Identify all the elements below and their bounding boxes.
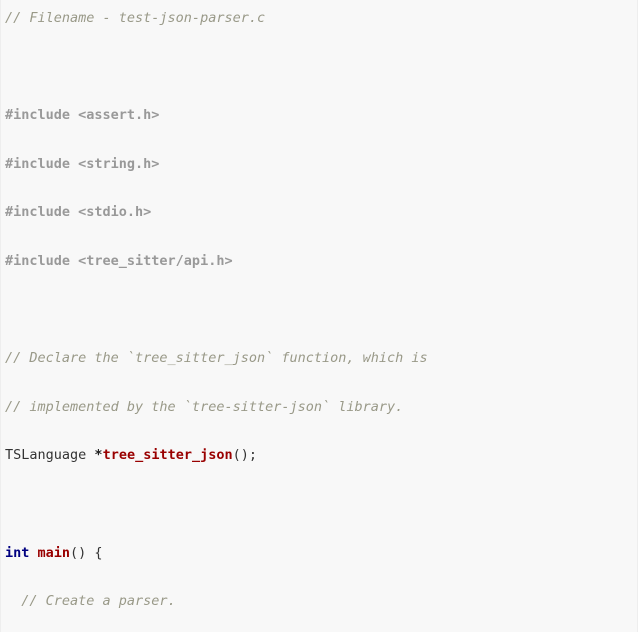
token-preprocessor-directive: #include <assert.h>	[5, 107, 160, 124]
token-operator: *	[94, 447, 103, 464]
token-whitespace	[29, 545, 37, 561]
token-whitespace	[5, 593, 21, 609]
code-line: #include <assert.h>	[5, 103, 629, 127]
code-line: int main() {	[5, 541, 629, 565]
code-line: // Filename - test-json-parser.c	[5, 6, 629, 30]
token-punctuation: () {	[70, 544, 103, 561]
code-viewer[interactable]: // Filename - test-json-parser.c #includ…	[0, 0, 638, 632]
token-preprocessor-directive: #include <stdio.h>	[5, 204, 152, 221]
token-preprocessor-directive: #include <tree_sitter/api.h>	[5, 252, 233, 269]
code-line: // Declare the `tree_sitter_json` functi…	[5, 346, 629, 370]
token-type-name: TSLanguage	[5, 447, 87, 464]
token-comment: // Create a parser.	[21, 593, 176, 610]
source-code-block[interactable]: // Filename - test-json-parser.c #includ…	[1, 6, 637, 632]
token-function-name: tree_sitter_json	[102, 447, 233, 464]
code-line: #include <tree_sitter/api.h>	[5, 249, 629, 273]
code-line: #include <string.h>	[5, 152, 629, 176]
code-lines-container: // Filename - test-json-parser.c #includ…	[5, 6, 629, 632]
code-line: // Create a parser.	[5, 589, 629, 613]
token-comment: // Declare the `tree_sitter_json` functi…	[5, 350, 428, 367]
code-line: #include <stdio.h>	[5, 200, 629, 224]
code-line: // implemented by the `tree-sitter-json`…	[5, 395, 629, 419]
code-line: TSLanguage *tree_sitter_json();	[5, 443, 629, 467]
token-comment: // implemented by the `tree-sitter-json`…	[5, 398, 404, 415]
token-preprocessor-directive: #include <string.h>	[5, 155, 160, 172]
token-punctuation: ();	[232, 447, 257, 464]
token-keyword: int	[5, 544, 30, 561]
token-comment: // Filename - test-json-parser.c	[5, 10, 266, 26]
token-function-name: main	[37, 544, 71, 561]
